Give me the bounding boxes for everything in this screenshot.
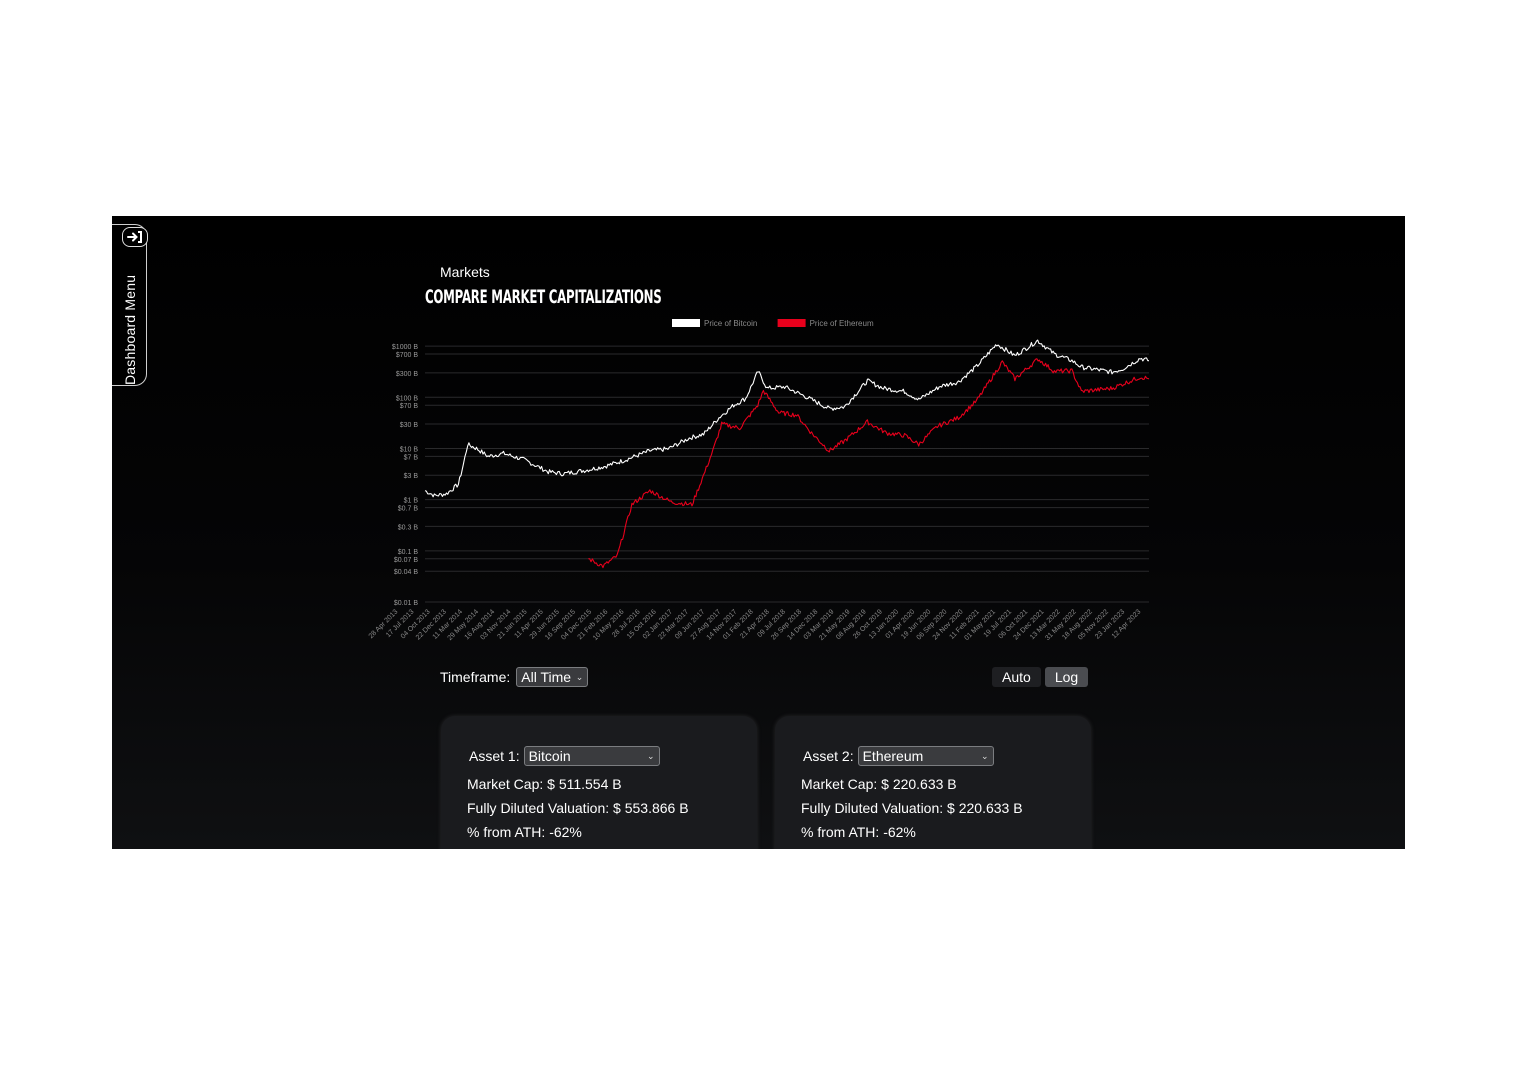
y-tick-label: $1 B: [404, 498, 419, 505]
asset-2-label: Asset 2:: [803, 748, 854, 764]
y-tick-label: $3 B: [404, 473, 419, 480]
chart-series: [424, 339, 1150, 569]
auto-scale-button[interactable]: Auto: [992, 667, 1041, 687]
timeframe-select[interactable]: All Time ⌄: [516, 667, 589, 687]
y-tick-label: $0.1 B: [398, 549, 419, 556]
asset-1-ath: % from ATH: -62%: [467, 824, 582, 840]
chevron-down-icon: ⌄: [981, 750, 989, 761]
chart-grid: [425, 345, 1149, 603]
y-axis: $1000 B$700 B $300 B $100 B$70 B $30 B $10 B…: [392, 344, 418, 607]
scale-toggle: Auto Log: [992, 667, 1089, 687]
series-line-0: [424, 339, 1149, 498]
y-tick-label: $7 B: [404, 454, 419, 461]
app-window: Dashboard Menu Markets COMPARE MARKET CA…: [112, 216, 1405, 849]
y-tick-label: $0.7 B: [398, 506, 419, 513]
legend-label-1: Price of Ethereum: [810, 319, 874, 328]
y-tick-label: $0.04 B: [394, 569, 418, 576]
y-tick-label: $0.07 B: [394, 557, 418, 564]
timeframe-value: All Time: [521, 669, 572, 685]
asset-1-select[interactable]: Bitcoin ⌄: [523, 746, 660, 766]
log-scale-button[interactable]: Log: [1044, 667, 1089, 687]
y-tick-label: $0.3 B: [398, 524, 419, 531]
timeframe-control: Timeframe: All Time ⌄: [440, 667, 589, 687]
series-line-1: [588, 358, 1150, 569]
y-tick-label: $30 B: [400, 422, 419, 429]
x-axis: 28 Apr 201317 Jul 201304 Oct 201322 Dec …: [368, 608, 1143, 642]
asset-2-ath: % from ATH: -62%: [801, 824, 916, 840]
legend-swatch-1: [777, 319, 806, 327]
asset-card-1: Asset 1: Bitcoin ⌄ Market Cap: $ 511.554…: [441, 716, 757, 849]
legend-label-0: Price of Bitcoin: [704, 319, 757, 328]
y-tick-label: $100 B: [396, 395, 419, 402]
timeframe-label: Timeframe:: [440, 669, 511, 685]
asset-1-fdv: Fully Diluted Valuation: $ 553.866 B: [467, 800, 689, 816]
y-tick-label: $700 B: [396, 352, 419, 359]
chevron-down-icon: ⌄: [647, 750, 655, 761]
asset-card-2: Asset 2: Ethereum ⌄ Market Cap: $ 220.63…: [775, 716, 1091, 849]
y-tick-label: $10 B: [400, 446, 419, 453]
market-cap-chart: Price of Bitcoin Price of Ethereum $1000 …: [368, 319, 1150, 642]
asset-2-fdv: Fully Diluted Valuation: $ 220.633 B: [801, 800, 1023, 816]
y-tick-label: $70 B: [400, 403, 419, 410]
y-tick-label: $300 B: [396, 371, 419, 378]
asset-1-market-cap: Market Cap: $ 511.554 B: [467, 776, 622, 792]
chart-legend: Price of Bitcoin Price of Ethereum: [672, 319, 874, 328]
asset-2-select[interactable]: Ethereum ⌄: [857, 746, 994, 766]
asset-2-value: Ethereum: [862, 748, 924, 764]
legend-swatch-0: [672, 319, 700, 327]
asset-1-value: Bitcoin: [528, 748, 571, 764]
asset-1-label: Asset 1:: [469, 748, 520, 764]
chevron-down-icon: ⌄: [575, 671, 584, 682]
asset-2-market-cap: Market Cap: $ 220.633 B: [801, 776, 957, 792]
y-tick-label: $1000 B: [392, 344, 418, 351]
y-tick-label: $0.01 B: [394, 600, 418, 607]
